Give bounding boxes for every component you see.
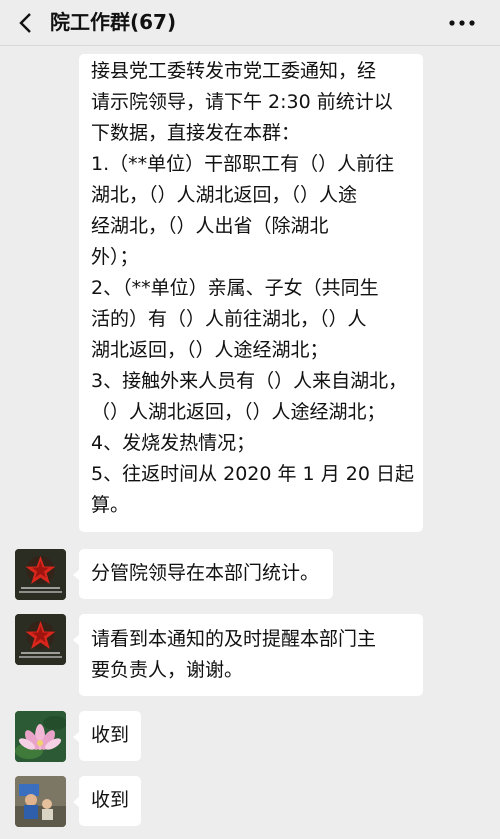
message-bubble[interactable]: 收到 — [79, 711, 142, 761]
message-line: 3、接触外来人员有（）人来自湖北， — [91, 370, 408, 392]
message-line: 5、往返时间从 2020 年 1 月 20 日起 — [91, 463, 414, 485]
message-line: 经湖北，（）人出省（除湖北 — [91, 215, 329, 237]
child-photo-avatar[interactable] — [15, 776, 66, 827]
message-line: 请看到本通知的及时提醒本部门主 — [91, 628, 377, 650]
red-star-avatar[interactable] — [15, 549, 66, 600]
back-button[interactable] — [12, 10, 38, 36]
message-line: 接县党工委转发市党工委通知，经 — [91, 60, 377, 82]
message-line: 外）； — [91, 246, 139, 268]
chat-title: 院工作群(67) — [50, 10, 177, 34]
more-button[interactable] — [448, 10, 476, 36]
message-bubble[interactable]: 分管院领导在本部门统计。 — [79, 549, 334, 599]
message-line: 算。 — [91, 494, 130, 516]
message-line: 4、发烧发热情况； — [91, 432, 256, 454]
message-line: 收到 — [91, 789, 130, 811]
message-line: （）人湖北返回，（）人途经湖北； — [91, 401, 386, 423]
message-line: 活的）有（）人前往湖北，（）人 — [91, 308, 367, 330]
chat-header: 院工作群(67) — [0, 0, 500, 46]
more-dots-icon — [449, 20, 475, 26]
message-line: 下数据，直接发在本群： — [91, 122, 301, 144]
message-bubble[interactable]: 请看到本通知的及时提醒本部门主 要负责人，谢谢。 — [79, 614, 423, 696]
message-line: 要负责人，谢谢。 — [91, 659, 244, 681]
message-line: 分管院领导在本部门统计。 — [91, 562, 320, 584]
message-line: 湖北，（）人湖北返回，（）人途 — [91, 184, 358, 206]
red-star-avatar[interactable] — [15, 614, 66, 665]
message-line: 湖北返回，（）人途经湖北； — [91, 339, 329, 361]
message-line: 1.（**单位）干部职工有（）人前往 — [91, 153, 395, 175]
message-line: 收到 — [91, 724, 130, 746]
message-line: 请示院领导，请下午 2:30 前统计以 — [91, 91, 393, 113]
message-bubble[interactable]: 接县党工委转发市党工委通知，经 请示院领导，请下午 2:30 前统计以 下数据，… — [79, 54, 423, 532]
message-bubble[interactable]: 收到 — [79, 776, 142, 826]
chevron-left-icon — [19, 13, 31, 33]
lotus-flower-avatar[interactable] — [15, 711, 66, 762]
message-line: 2、（**单位）亲属、子女（共同生 — [91, 277, 379, 299]
